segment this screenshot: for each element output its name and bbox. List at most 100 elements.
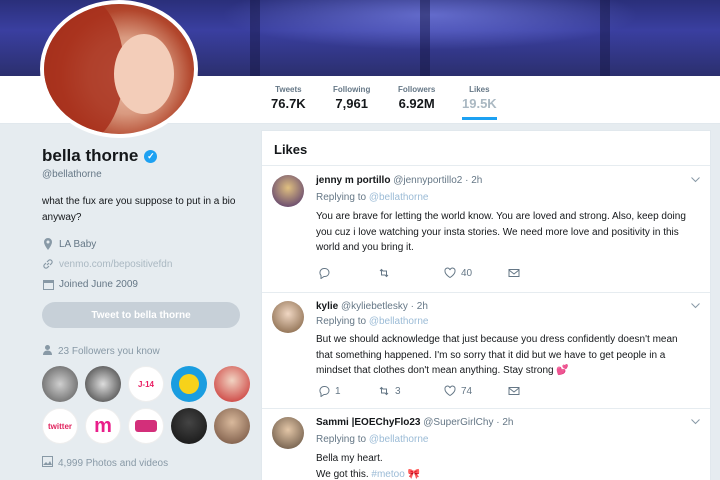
retweet-icon — [379, 386, 389, 396]
tweet-author-handle[interactable]: @kyliebetlesky — [341, 301, 408, 312]
stat-label: Followers — [398, 85, 436, 94]
profile-handle[interactable]: @bellathorne — [42, 169, 247, 180]
tab-tweets[interactable]: Tweets 76.7K — [271, 85, 306, 111]
joined-text: Joined June 2009 — [59, 278, 138, 290]
profile-name[interactable]: bella thorne — [42, 146, 138, 166]
tweet[interactable]: Sammi |EOEChyFlo23 @SuperGirlChy · 2h Re… — [262, 409, 710, 480]
two-hearts-emoji: 💕 — [556, 365, 569, 376]
tweet-avatar[interactable] — [272, 417, 304, 449]
followers-you-know-text: 23 Followers you know — [58, 345, 160, 357]
follower-avatar[interactable] — [214, 366, 250, 402]
tweet-text-line: We got this. — [316, 468, 369, 480]
profile-sidebar: bella thorne ✓ @bellathorne what the fux… — [42, 146, 250, 470]
profile-location: LA Baby — [42, 238, 247, 250]
avatar-hair — [44, 4, 124, 134]
ribbon-emoji-icon: 🎀 — [407, 468, 420, 480]
tab-following[interactable]: Following 7,961 — [333, 85, 370, 111]
message-button[interactable] — [508, 385, 520, 397]
photos-videos[interactable]: 4,999 Photos and videos — [42, 456, 247, 470]
envelope-icon — [508, 387, 520, 395]
person-icon — [42, 344, 53, 358]
replying-to-handle[interactable]: @bellathorne — [369, 434, 429, 445]
stat-label: Likes — [469, 85, 490, 94]
like-button[interactable]: 40 — [444, 267, 472, 279]
replying-to-prefix: Replying to — [316, 316, 367, 327]
tweet-time[interactable]: · 2h — [465, 175, 482, 186]
heart-icon — [444, 385, 456, 397]
tweet-author-name[interactable]: jenny m portillo — [316, 175, 390, 186]
follower-avatar-twitter[interactable]: twitter — [42, 408, 78, 444]
like-count: 74 — [461, 385, 473, 397]
banner-detail — [420, 0, 430, 76]
replying-to-prefix: Replying to — [316, 434, 367, 445]
chevron-down-icon[interactable] — [691, 175, 700, 185]
like-count: 40 — [461, 267, 473, 279]
chevron-down-icon[interactable] — [691, 301, 700, 311]
replying-to-handle[interactable]: @bellathorne — [369, 192, 429, 203]
retweet-button[interactable]: 3 — [378, 385, 401, 397]
timeline-title: Likes — [262, 131, 710, 166]
follower-avatar[interactable] — [128, 408, 164, 444]
tweet[interactable]: jenny m portillo @jennyportillo2 · 2h Re… — [262, 167, 710, 293]
location-pin-icon — [42, 238, 54, 250]
tweet-time[interactable]: · 2h — [496, 417, 513, 428]
tweet[interactable]: kylie @kyliebetlesky · 2h Replying to @b… — [262, 293, 710, 409]
replying-to: Replying to @bellathorne — [316, 192, 428, 203]
banner-detail — [600, 0, 610, 76]
banner-glow — [220, 0, 640, 50]
tweet-author-handle[interactable]: @jennyportillo2 — [393, 175, 462, 186]
website-link[interactable]: venmo.com/bepositivefdn — [59, 259, 172, 270]
reply-button[interactable]: 1 — [318, 385, 341, 397]
link-icon — [42, 258, 54, 270]
reply-button[interactable] — [318, 267, 335, 279]
tab-likes[interactable]: Likes 19.5K — [462, 85, 497, 120]
verified-badge-icon: ✓ — [144, 149, 158, 163]
profile-bio: what the fux are you suppose to put in a… — [42, 196, 236, 223]
tweet-text-block: Bella my heart. We got this. #metoo 🎀 — [316, 451, 696, 480]
location-text: LA Baby — [59, 238, 97, 250]
stat-value: 19.5K — [462, 96, 497, 111]
follower-avatar[interactable] — [171, 366, 207, 402]
replying-to-handle[interactable]: @bellathorne — [369, 316, 429, 327]
image-icon — [42, 456, 53, 470]
follower-avatar[interactable] — [214, 408, 250, 444]
avatar-face — [114, 34, 174, 114]
tweet-actions: 40 — [316, 267, 526, 281]
banner-detail — [250, 0, 260, 76]
tweet-header: kylie @kyliebetlesky · 2h — [316, 301, 428, 312]
tweet-author-name[interactable]: Sammi |EOEChyFlo23 — [316, 417, 421, 428]
tweet-text-line-2: We got this. #metoo 🎀 — [316, 467, 696, 480]
tweet-time[interactable]: · 2h — [411, 301, 428, 312]
chevron-down-icon[interactable] — [691, 417, 700, 427]
tweet-to-button[interactable]: Tweet to bella thorne — [42, 302, 240, 328]
follower-avatar-j14[interactable]: J-14 — [128, 366, 164, 402]
retweet-button[interactable] — [378, 267, 395, 279]
photos-videos-text: 4,999 Photos and videos — [58, 457, 169, 469]
tweet-text: You are brave for letting the world know… — [316, 211, 686, 253]
tab-followers[interactable]: Followers 6.92M — [398, 85, 435, 111]
reply-icon — [319, 267, 330, 279]
reply-count: 1 — [335, 385, 341, 397]
message-button[interactable] — [508, 267, 520, 279]
follower-avatar[interactable] — [42, 366, 78, 402]
retweet-count: 3 — [395, 385, 401, 397]
follower-avatar[interactable] — [85, 366, 121, 402]
stat-value: 7,961 — [335, 96, 368, 111]
tweet-text-line: Bella my heart. — [316, 453, 383, 464]
followers-you-know[interactable]: 23 Followers you know — [42, 344, 247, 358]
like-button[interactable]: 74 — [444, 385, 472, 397]
tweet-avatar[interactable] — [272, 175, 304, 207]
follower-avatar-m[interactable]: m — [85, 408, 121, 444]
tweet-text: But we should acknowledge that just beca… — [316, 334, 678, 376]
hashtag-link[interactable]: #metoo — [371, 469, 404, 480]
tweet-actions: 1 3 74 — [316, 385, 526, 399]
tweet-author-name[interactable]: kylie — [316, 301, 338, 312]
profile-website[interactable]: venmo.com/bepositivefdn — [42, 258, 247, 270]
logo-mark — [135, 420, 157, 432]
tweet-header: jenny m portillo @jennyportillo2 · 2h — [316, 175, 482, 186]
follower-avatar[interactable] — [171, 408, 207, 444]
tweet-avatar[interactable] — [272, 301, 304, 333]
tweet-author-handle[interactable]: @SuperGirlChy — [423, 417, 493, 428]
profile-avatar[interactable] — [40, 0, 198, 138]
stat-label: Following — [333, 85, 371, 94]
